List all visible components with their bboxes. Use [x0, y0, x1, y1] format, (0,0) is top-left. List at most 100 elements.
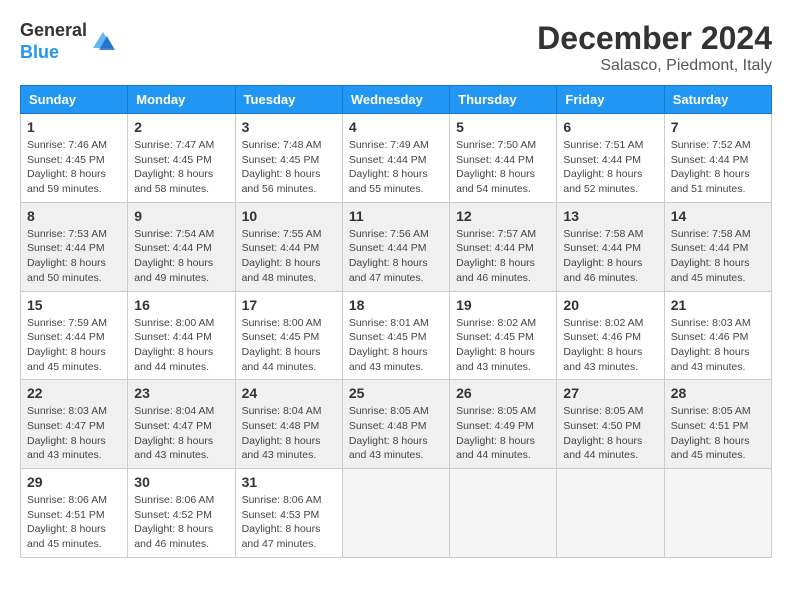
day-info: Sunrise: 8:04 AM Sunset: 4:48 PM Dayligh…	[242, 404, 336, 463]
day-info: Sunrise: 7:48 AM Sunset: 4:45 PM Dayligh…	[242, 138, 336, 197]
day-info: Sunrise: 7:53 AM Sunset: 4:44 PM Dayligh…	[27, 227, 121, 286]
calendar-cell: 24 Sunrise: 8:04 AM Sunset: 4:48 PM Dayl…	[235, 380, 342, 469]
calendar-cell: 13 Sunrise: 7:58 AM Sunset: 4:44 PM Dayl…	[557, 202, 664, 291]
month-title: December 2024	[537, 20, 772, 57]
calendar-cell: 26 Sunrise: 8:05 AM Sunset: 4:49 PM Dayl…	[450, 380, 557, 469]
calendar-cell: 17 Sunrise: 8:00 AM Sunset: 4:45 PM Dayl…	[235, 291, 342, 380]
day-info: Sunrise: 7:49 AM Sunset: 4:44 PM Dayligh…	[349, 138, 443, 197]
calendar-cell: 16 Sunrise: 8:00 AM Sunset: 4:44 PM Dayl…	[128, 291, 235, 380]
logo-general-text: General	[20, 20, 87, 42]
calendar-cell	[342, 469, 449, 558]
logo-blue-text: Blue	[20, 42, 87, 64]
day-number: 6	[563, 119, 657, 135]
day-info: Sunrise: 8:05 AM Sunset: 4:49 PM Dayligh…	[456, 404, 550, 463]
calendar-cell	[664, 469, 771, 558]
calendar-cell: 9 Sunrise: 7:54 AM Sunset: 4:44 PM Dayli…	[128, 202, 235, 291]
day-number: 5	[456, 119, 550, 135]
calendar-cell: 4 Sunrise: 7:49 AM Sunset: 4:44 PM Dayli…	[342, 114, 449, 203]
day-number: 13	[563, 208, 657, 224]
day-info: Sunrise: 7:46 AM Sunset: 4:45 PM Dayligh…	[27, 138, 121, 197]
day-number: 17	[242, 297, 336, 313]
calendar-cell: 2 Sunrise: 7:47 AM Sunset: 4:45 PM Dayli…	[128, 114, 235, 203]
day-info: Sunrise: 8:06 AM Sunset: 4:52 PM Dayligh…	[134, 493, 228, 552]
day-number: 3	[242, 119, 336, 135]
day-info: Sunrise: 8:06 AM Sunset: 4:53 PM Dayligh…	[242, 493, 336, 552]
calendar-cell	[557, 469, 664, 558]
day-info: Sunrise: 8:01 AM Sunset: 4:45 PM Dayligh…	[349, 316, 443, 375]
day-number: 9	[134, 208, 228, 224]
day-info: Sunrise: 8:00 AM Sunset: 4:45 PM Dayligh…	[242, 316, 336, 375]
weekday-header: Saturday	[664, 86, 771, 114]
day-info: Sunrise: 7:54 AM Sunset: 4:44 PM Dayligh…	[134, 227, 228, 286]
day-info: Sunrise: 7:55 AM Sunset: 4:44 PM Dayligh…	[242, 227, 336, 286]
calendar-cell: 7 Sunrise: 7:52 AM Sunset: 4:44 PM Dayli…	[664, 114, 771, 203]
weekday-header: Monday	[128, 86, 235, 114]
day-number: 29	[27, 474, 121, 490]
day-number: 2	[134, 119, 228, 135]
day-info: Sunrise: 7:59 AM Sunset: 4:44 PM Dayligh…	[27, 316, 121, 375]
calendar-week-row: 1 Sunrise: 7:46 AM Sunset: 4:45 PM Dayli…	[21, 114, 772, 203]
calendar-cell: 22 Sunrise: 8:03 AM Sunset: 4:47 PM Dayl…	[21, 380, 128, 469]
calendar-table: SundayMondayTuesdayWednesdayThursdayFrid…	[20, 85, 772, 558]
calendar-cell: 8 Sunrise: 7:53 AM Sunset: 4:44 PM Dayli…	[21, 202, 128, 291]
day-info: Sunrise: 7:50 AM Sunset: 4:44 PM Dayligh…	[456, 138, 550, 197]
calendar-cell: 21 Sunrise: 8:03 AM Sunset: 4:46 PM Dayl…	[664, 291, 771, 380]
day-info: Sunrise: 7:57 AM Sunset: 4:44 PM Dayligh…	[456, 227, 550, 286]
day-number: 16	[134, 297, 228, 313]
day-info: Sunrise: 7:51 AM Sunset: 4:44 PM Dayligh…	[563, 138, 657, 197]
day-info: Sunrise: 8:05 AM Sunset: 4:48 PM Dayligh…	[349, 404, 443, 463]
weekday-header: Wednesday	[342, 86, 449, 114]
day-info: Sunrise: 8:02 AM Sunset: 4:46 PM Dayligh…	[563, 316, 657, 375]
day-number: 28	[671, 385, 765, 401]
calendar-week-row: 8 Sunrise: 7:53 AM Sunset: 4:44 PM Dayli…	[21, 202, 772, 291]
calendar-cell: 14 Sunrise: 7:58 AM Sunset: 4:44 PM Dayl…	[664, 202, 771, 291]
day-info: Sunrise: 8:03 AM Sunset: 4:46 PM Dayligh…	[671, 316, 765, 375]
day-number: 14	[671, 208, 765, 224]
day-number: 19	[456, 297, 550, 313]
calendar-cell: 23 Sunrise: 8:04 AM Sunset: 4:47 PM Dayl…	[128, 380, 235, 469]
calendar-cell: 28 Sunrise: 8:05 AM Sunset: 4:51 PM Dayl…	[664, 380, 771, 469]
day-number: 23	[134, 385, 228, 401]
day-info: Sunrise: 8:06 AM Sunset: 4:51 PM Dayligh…	[27, 493, 121, 552]
day-number: 25	[349, 385, 443, 401]
calendar-cell: 11 Sunrise: 7:56 AM Sunset: 4:44 PM Dayl…	[342, 202, 449, 291]
day-number: 31	[242, 474, 336, 490]
calendar-cell: 6 Sunrise: 7:51 AM Sunset: 4:44 PM Dayli…	[557, 114, 664, 203]
day-number: 4	[349, 119, 443, 135]
day-info: Sunrise: 7:52 AM Sunset: 4:44 PM Dayligh…	[671, 138, 765, 197]
location: Salasco, Piedmont, Italy	[537, 57, 772, 75]
calendar-week-row: 22 Sunrise: 8:03 AM Sunset: 4:47 PM Dayl…	[21, 380, 772, 469]
calendar-cell: 18 Sunrise: 8:01 AM Sunset: 4:45 PM Dayl…	[342, 291, 449, 380]
day-info: Sunrise: 8:03 AM Sunset: 4:47 PM Dayligh…	[27, 404, 121, 463]
day-number: 11	[349, 208, 443, 224]
day-number: 10	[242, 208, 336, 224]
calendar-cell: 25 Sunrise: 8:05 AM Sunset: 4:48 PM Dayl…	[342, 380, 449, 469]
day-info: Sunrise: 8:05 AM Sunset: 4:50 PM Dayligh…	[563, 404, 657, 463]
day-number: 20	[563, 297, 657, 313]
day-number: 1	[27, 119, 121, 135]
day-number: 22	[27, 385, 121, 401]
day-number: 27	[563, 385, 657, 401]
weekday-header: Tuesday	[235, 86, 342, 114]
calendar-week-row: 15 Sunrise: 7:59 AM Sunset: 4:44 PM Dayl…	[21, 291, 772, 380]
day-info: Sunrise: 7:47 AM Sunset: 4:45 PM Dayligh…	[134, 138, 228, 197]
calendar-cell: 15 Sunrise: 7:59 AM Sunset: 4:44 PM Dayl…	[21, 291, 128, 380]
day-info: Sunrise: 8:00 AM Sunset: 4:44 PM Dayligh…	[134, 316, 228, 375]
day-number: 15	[27, 297, 121, 313]
calendar-cell: 3 Sunrise: 7:48 AM Sunset: 4:45 PM Dayli…	[235, 114, 342, 203]
calendar-cell: 29 Sunrise: 8:06 AM Sunset: 4:51 PM Dayl…	[21, 469, 128, 558]
calendar-cell: 30 Sunrise: 8:06 AM Sunset: 4:52 PM Dayl…	[128, 469, 235, 558]
day-number: 7	[671, 119, 765, 135]
calendar-cell: 5 Sunrise: 7:50 AM Sunset: 4:44 PM Dayli…	[450, 114, 557, 203]
calendar-cell: 1 Sunrise: 7:46 AM Sunset: 4:45 PM Dayli…	[21, 114, 128, 203]
page-header: General Blue December 2024 Salasco, Pied…	[20, 20, 772, 75]
weekday-header: Thursday	[450, 86, 557, 114]
day-number: 12	[456, 208, 550, 224]
calendar-cell: 12 Sunrise: 7:57 AM Sunset: 4:44 PM Dayl…	[450, 202, 557, 291]
day-info: Sunrise: 7:58 AM Sunset: 4:44 PM Dayligh…	[563, 227, 657, 286]
day-info: Sunrise: 8:04 AM Sunset: 4:47 PM Dayligh…	[134, 404, 228, 463]
calendar-cell: 10 Sunrise: 7:55 AM Sunset: 4:44 PM Dayl…	[235, 202, 342, 291]
day-info: Sunrise: 7:58 AM Sunset: 4:44 PM Dayligh…	[671, 227, 765, 286]
day-number: 21	[671, 297, 765, 313]
logo: General Blue	[20, 20, 117, 63]
